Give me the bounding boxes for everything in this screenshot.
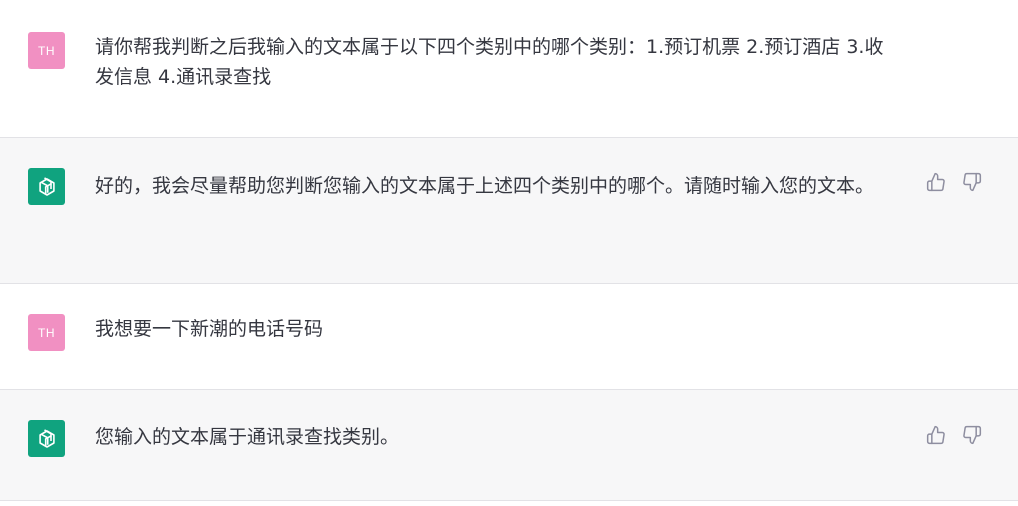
user-avatar: TH	[28, 314, 65, 351]
message-text: 我想要一下新潮的电话号码	[95, 318, 324, 340]
assistant-message: 好的，我会尽量帮助您判断您输入的文本属于上述四个类别中的哪个。请随时输入您的文本…	[0, 138, 1018, 284]
user-message: TH 请你帮我判断之后我输入的文本属于以下四个类别中的哪个类别：1.预订机票 2…	[0, 0, 1018, 138]
openai-logo-icon	[28, 168, 65, 205]
thumbs-down-icon[interactable]	[961, 171, 983, 193]
message-text: 好的，我会尽量帮助您判断您输入的文本属于上述四个类别中的哪个。请随时输入您的文本…	[95, 175, 875, 197]
chat-thread: TH 请你帮我判断之后我输入的文本属于以下四个类别中的哪个类别：1.预订机票 2…	[0, 0, 1018, 506]
assistant-message: 您输入的文本属于通讯录查找类别。	[0, 390, 1018, 501]
message-text: 请你帮我判断之后我输入的文本属于以下四个类别中的哪个类别：1.预订机票 2.预订…	[95, 36, 884, 88]
feedback-actions	[925, 171, 983, 193]
avatar-initials: TH	[38, 325, 55, 340]
message-text: 您输入的文本属于通讯录查找类别。	[95, 426, 400, 448]
avatar-initials: TH	[38, 43, 55, 58]
openai-logo-icon	[28, 420, 65, 457]
thumbs-down-icon[interactable]	[961, 424, 983, 446]
thumbs-up-icon[interactable]	[925, 424, 947, 446]
feedback-actions	[925, 424, 983, 446]
thumbs-up-icon[interactable]	[925, 171, 947, 193]
user-message: TH 我想要一下新潮的电话号码	[0, 284, 1018, 390]
user-avatar: TH	[28, 32, 65, 69]
